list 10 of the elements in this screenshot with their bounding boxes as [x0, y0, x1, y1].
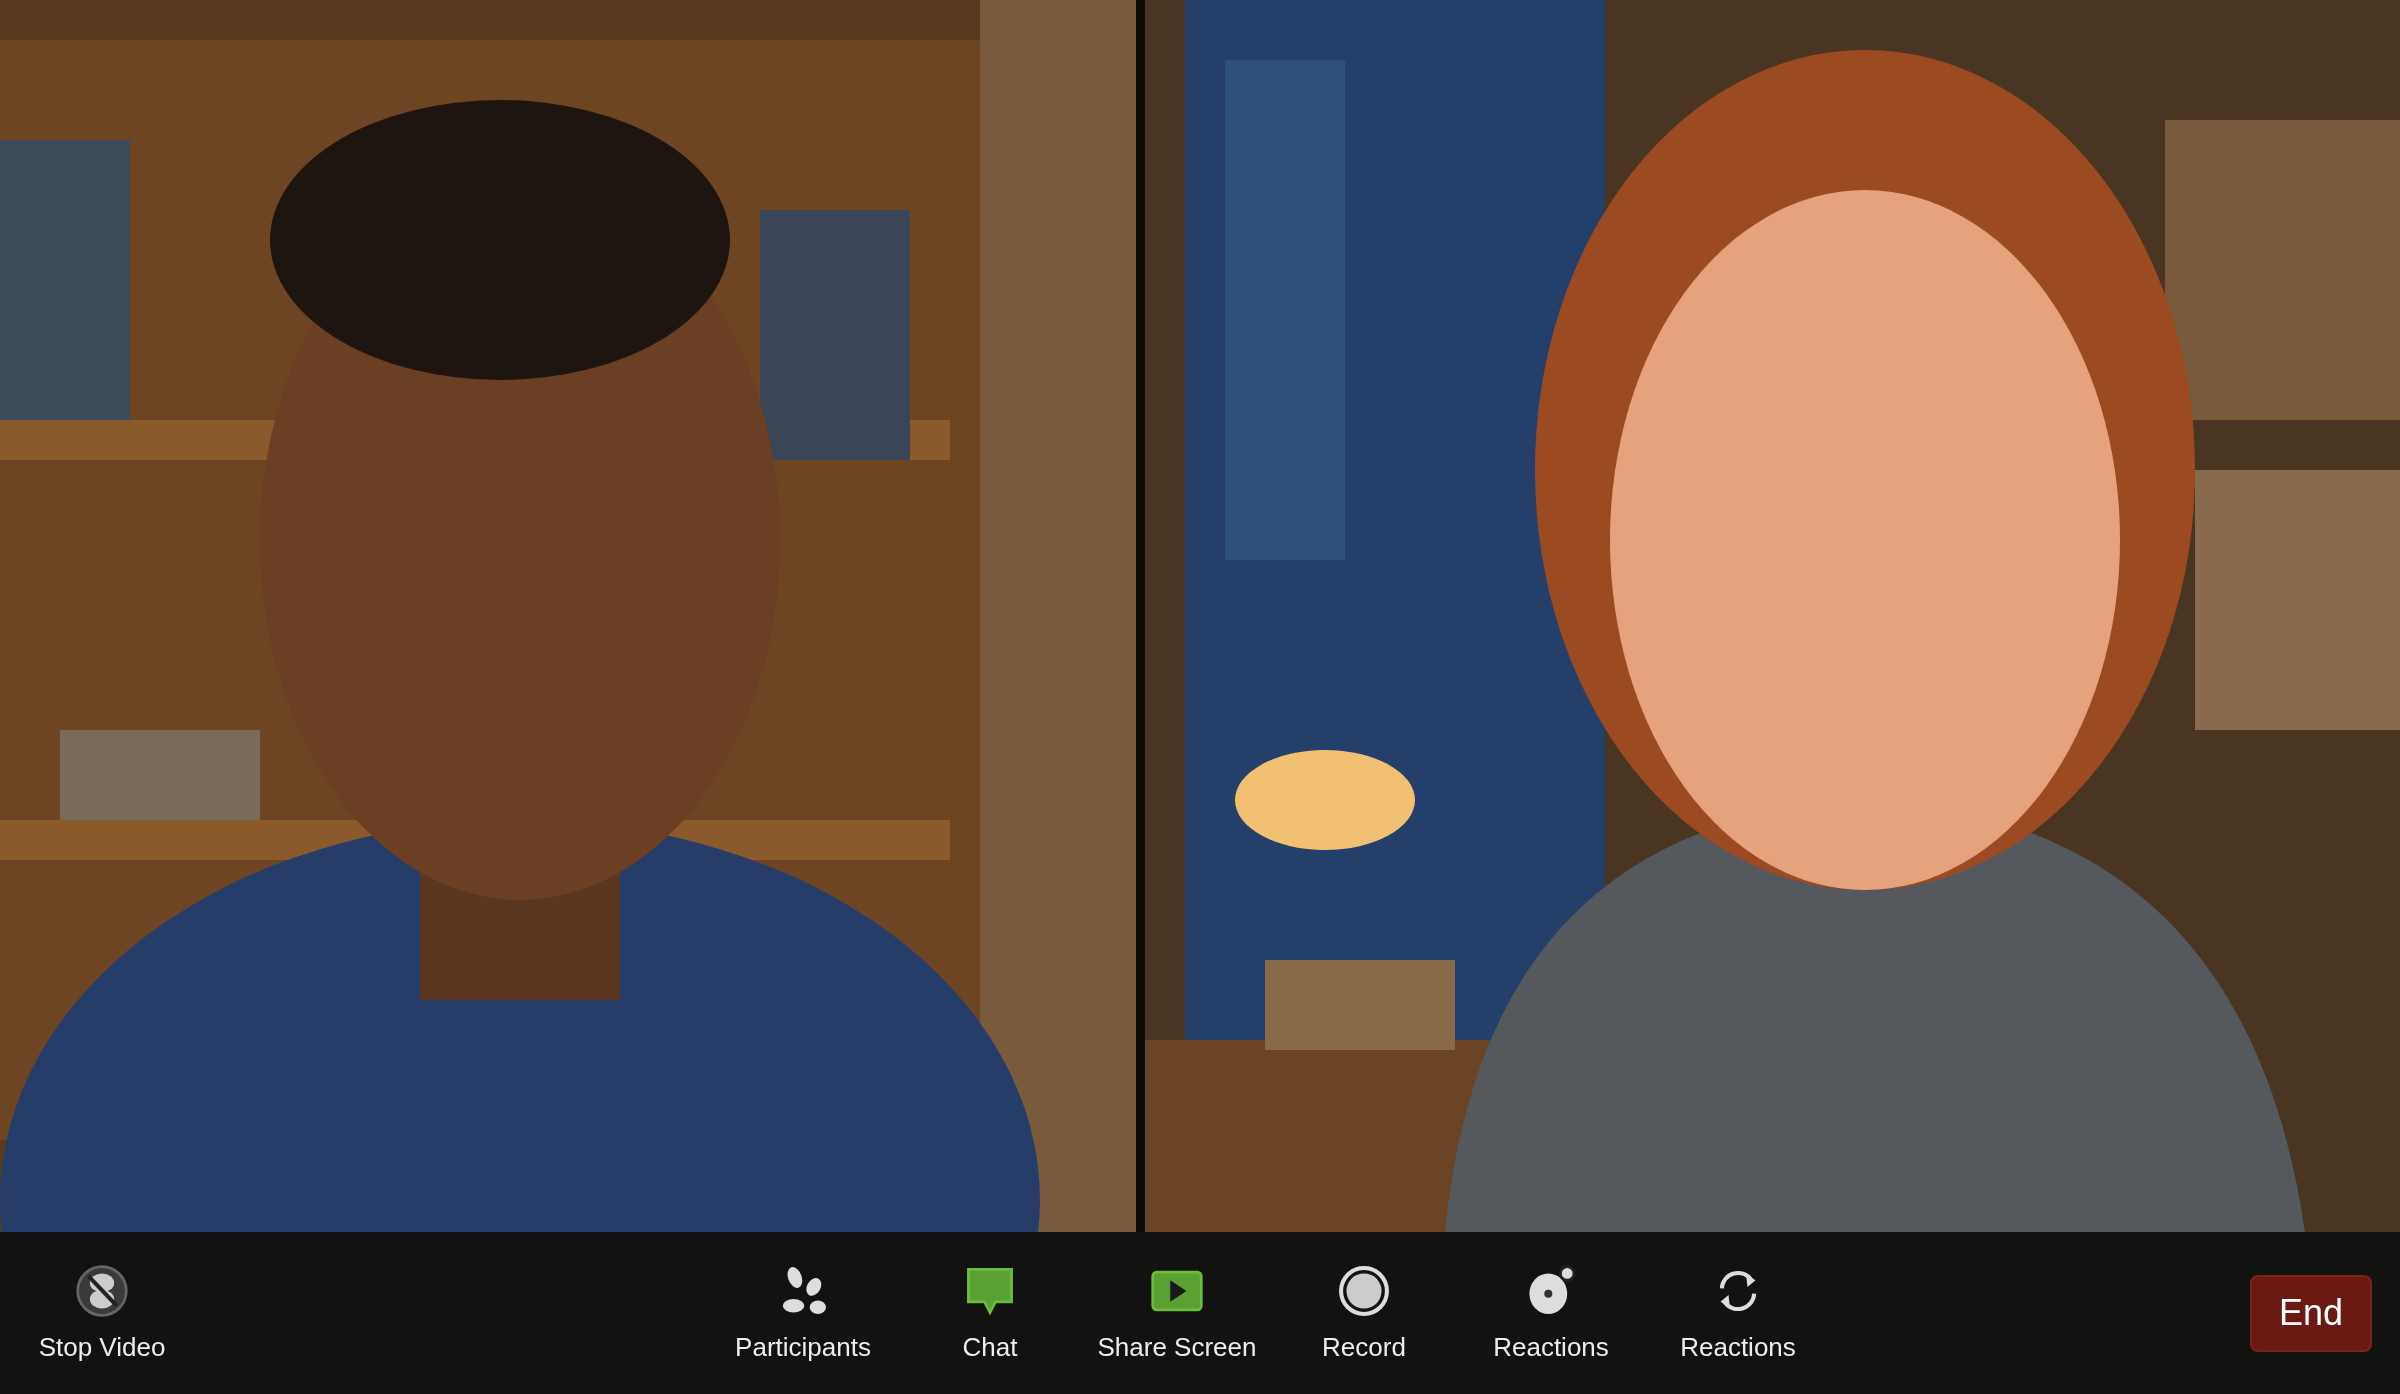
- record-icon: [1337, 1263, 1391, 1318]
- refresh-button[interactable]: Reactions: [1653, 1263, 1823, 1363]
- reactions-button[interactable]: Reactions: [1466, 1263, 1636, 1363]
- record-button[interactable]: Record: [1279, 1263, 1449, 1363]
- end-button[interactable]: End: [2250, 1274, 2372, 1352]
- chat-button[interactable]: Chat: [905, 1263, 1075, 1363]
- participants-button[interactable]: Participants: [718, 1263, 888, 1363]
- share-button[interactable]: Share Screen: [1092, 1263, 1262, 1363]
- stop-video-button[interactable]: Stop Video: [22, 1263, 182, 1363]
- video-off-icon: [75, 1263, 129, 1318]
